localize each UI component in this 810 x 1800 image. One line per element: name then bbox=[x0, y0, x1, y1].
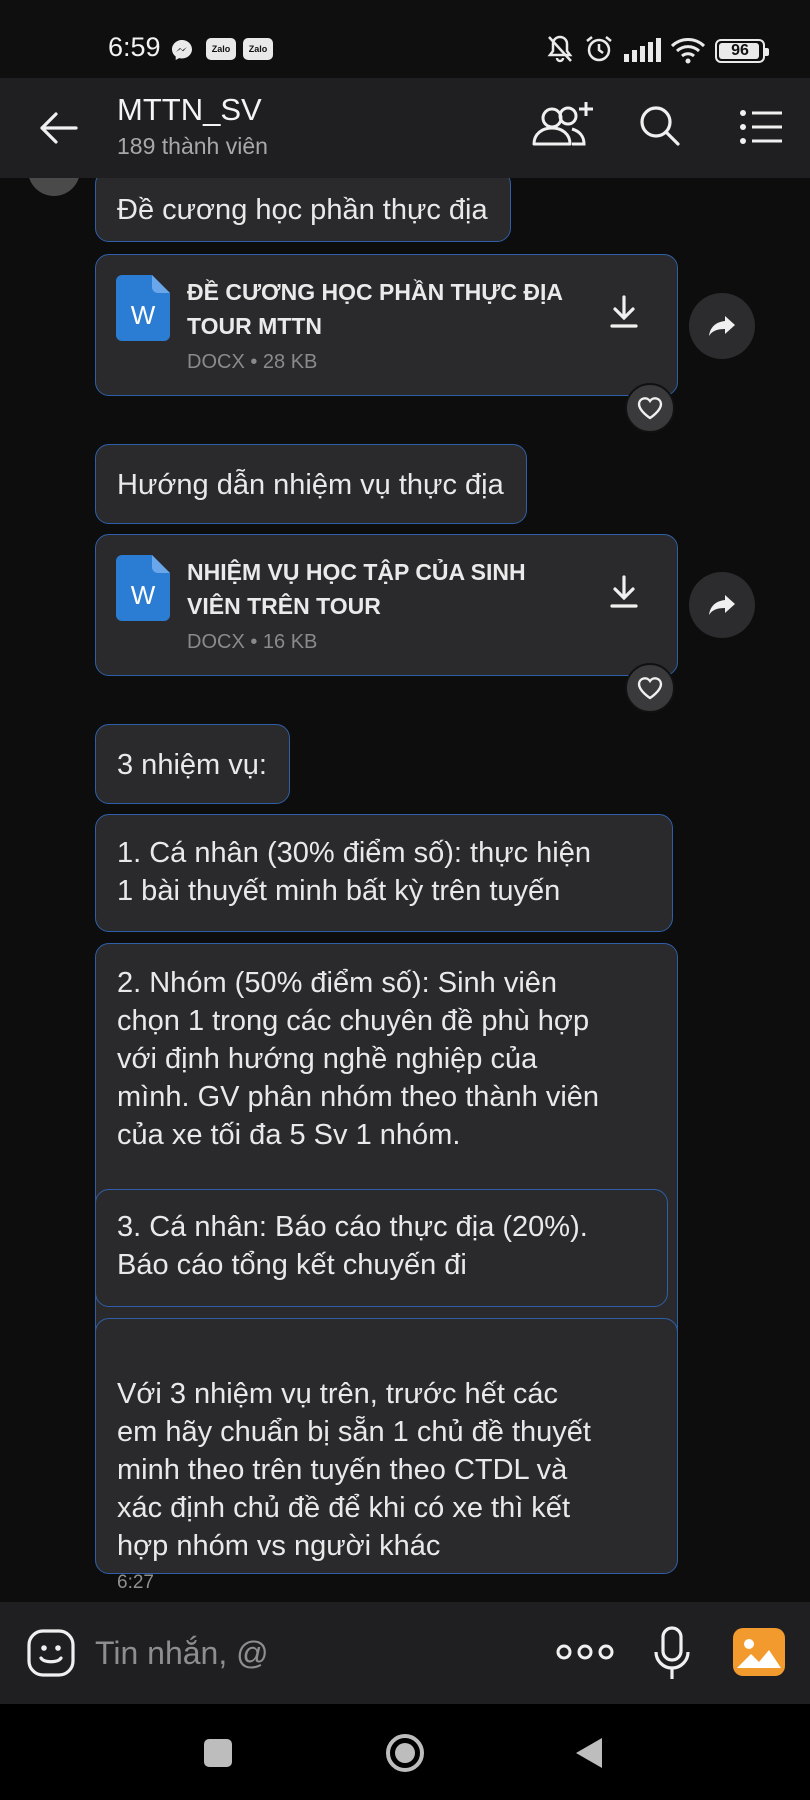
wifi-icon bbox=[670, 38, 706, 64]
text-message[interactable]: Hướng dẫn nhiệm vụ thực địa bbox=[95, 444, 527, 524]
system-nav-bar bbox=[0, 1704, 810, 1800]
menu-list-icon[interactable] bbox=[740, 110, 784, 144]
signal-icon bbox=[624, 38, 661, 62]
share-button[interactable] bbox=[689, 572, 755, 638]
alarm-icon bbox=[586, 36, 612, 62]
react-button[interactable] bbox=[625, 383, 675, 433]
more-options-icon[interactable] bbox=[556, 1640, 614, 1664]
gallery-icon[interactable] bbox=[733, 1628, 785, 1676]
file-name: NHIỆM VỤ HỌC TẬP CỦA SINH VIÊN TRÊN TOUR bbox=[187, 559, 526, 619]
messenger-icon bbox=[172, 40, 192, 60]
message-time: 6:27 bbox=[117, 1572, 154, 1593]
forward-icon bbox=[709, 316, 735, 336]
search-icon[interactable] bbox=[638, 104, 682, 148]
back-icon[interactable] bbox=[574, 1736, 604, 1770]
text-message[interactable]: 1. Cá nhân (30% điểm số): thực hiện 1 bà… bbox=[95, 814, 673, 932]
back-arrow-icon[interactable] bbox=[36, 106, 80, 150]
chat-header: MTTN_SV 189 thành viên bbox=[0, 78, 810, 178]
add-member-icon[interactable] bbox=[528, 98, 596, 154]
file-meta: DOCX • 16 KB bbox=[187, 631, 318, 653]
text-message[interactable]: 3 nhiệm vụ: bbox=[95, 724, 290, 804]
home-icon[interactable] bbox=[384, 1732, 426, 1774]
status-time: 6:59 bbox=[108, 32, 161, 62]
emoji-icon[interactable] bbox=[26, 1628, 76, 1678]
avatar[interactable] bbox=[28, 178, 80, 196]
group-title[interactable]: MTTN_SV bbox=[117, 92, 262, 128]
message-list[interactable]: Đề cương học phần thực địa W ĐỀ CƯƠNG HỌ… bbox=[0, 178, 810, 1602]
status-bar: 6:59 Zalo Zalo 96 bbox=[0, 0, 810, 78]
file-name: ĐỀ CƯƠNG HỌC PHẦN THỰC ĐỊA TOUR MTTN bbox=[187, 279, 563, 339]
battery-icon: 96 bbox=[715, 39, 769, 63]
share-button[interactable] bbox=[689, 293, 755, 359]
file-meta: DOCX • 28 KB bbox=[187, 351, 318, 373]
message-composer bbox=[0, 1602, 810, 1704]
text-message[interactable]: Đề cương học phần thực địa bbox=[95, 178, 511, 242]
zalo-icon: Zalo bbox=[206, 38, 236, 60]
svg-text:W: W bbox=[131, 580, 156, 610]
message-text: Với 3 nhiệm vụ trên, trước hết các em hã… bbox=[117, 1378, 591, 1562]
download-icon[interactable] bbox=[609, 295, 639, 329]
react-button[interactable] bbox=[625, 663, 675, 713]
text-message[interactable]: 3. Cá nhân: Báo cáo thực địa (20%). Báo … bbox=[95, 1189, 668, 1307]
mute-icon bbox=[547, 35, 573, 63]
battery-level: 96 bbox=[731, 42, 749, 59]
member-count[interactable]: 189 thành viên bbox=[117, 133, 268, 160]
file-message[interactable]: W NHIỆM VỤ HỌC TẬP CỦA SINH VIÊN TRÊN TO… bbox=[95, 534, 678, 676]
svg-text:W: W bbox=[131, 300, 156, 330]
message-input[interactable] bbox=[95, 1628, 535, 1678]
download-icon[interactable] bbox=[609, 575, 639, 609]
heart-icon bbox=[637, 677, 663, 700]
recent-apps-icon[interactable] bbox=[203, 1738, 233, 1768]
word-document-icon: W bbox=[116, 555, 170, 621]
file-message[interactable]: W ĐỀ CƯƠNG HỌC PHẦN THỰC ĐỊA TOUR MTTN D… bbox=[95, 254, 678, 396]
text-message[interactable]: Với 3 nhiệm vụ trên, trước hết các em hã… bbox=[95, 1318, 678, 1593]
word-document-icon: W bbox=[116, 275, 170, 341]
forward-icon bbox=[709, 595, 735, 615]
zalo-icon: Zalo bbox=[243, 38, 273, 60]
heart-icon bbox=[637, 397, 663, 420]
microphone-icon[interactable] bbox=[652, 1626, 692, 1682]
